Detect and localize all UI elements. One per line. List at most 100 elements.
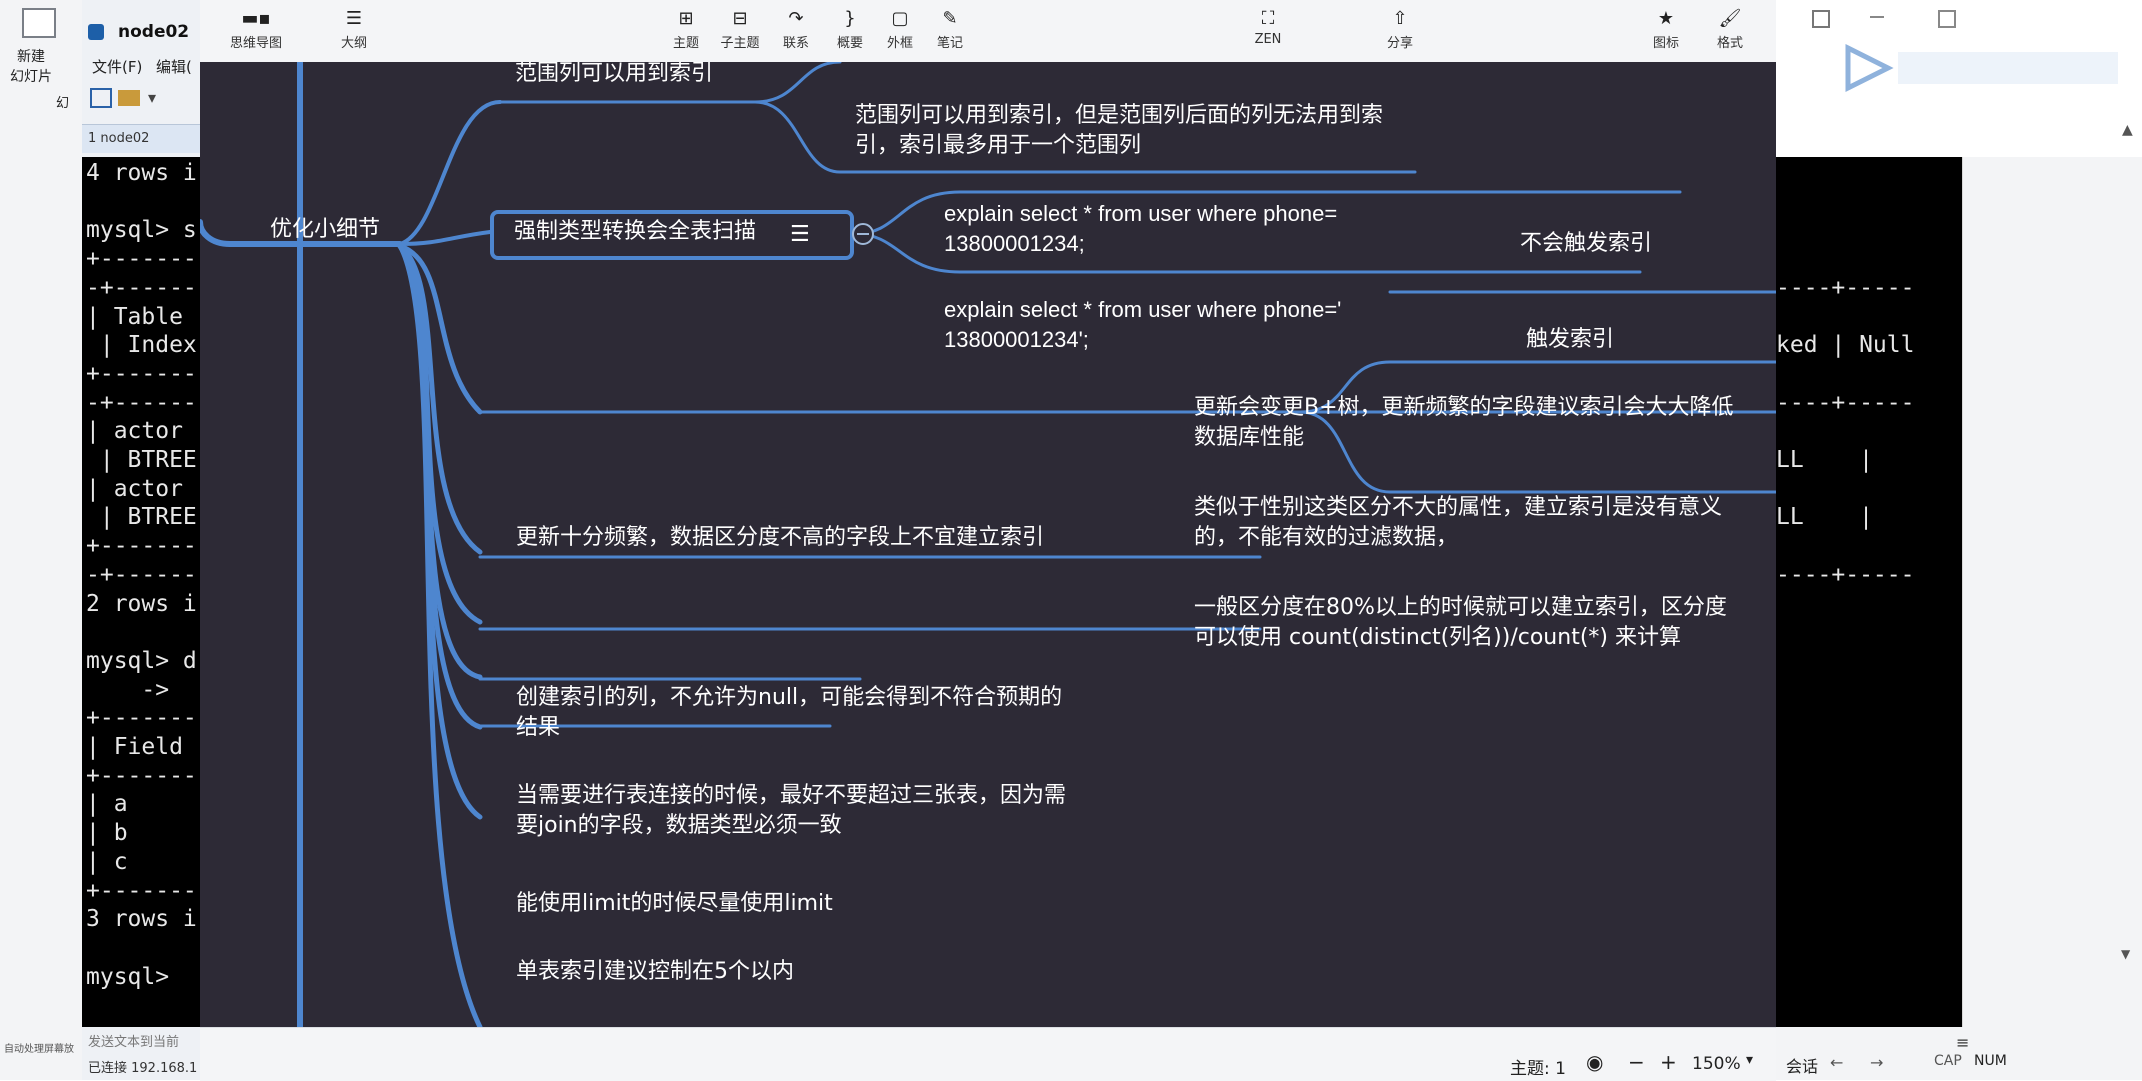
zoom-level[interactable]: 150%: [1692, 1054, 1741, 1074]
xshell-title: node02: [118, 22, 190, 42]
topic-icon: ⊞: [678, 8, 694, 29]
subtopic-label: 子主题: [720, 36, 760, 51]
zoom-dropdown-icon[interactable]: ▾: [1746, 1052, 1753, 1068]
session-tab[interactable]: 1 node02: [88, 131, 149, 146]
scroll-up-icon[interactable]: ▲: [2122, 122, 2133, 138]
slide-label: 幻: [56, 96, 70, 111]
subtopic-no-index-tag[interactable]: 不会触发索引: [1520, 228, 1652, 259]
maximize-icon[interactable]: [1938, 10, 1956, 28]
topic-join-line1[interactable]: 当需要进行表连接的时候，最好不要超过三张表，因为需: [516, 780, 1066, 811]
caps-indicator: CAP: [1934, 1053, 1962, 1069]
note-lines-icon[interactable]: ☰: [790, 222, 810, 247]
scroll-down-icon[interactable]: ▼: [2121, 947, 2130, 961]
powerpoint-ribbon: 新建 幻灯片 幻 自动处理屏幕放: [0, 0, 83, 1080]
eye-icon[interactable]: ◉: [1586, 1050, 1603, 1074]
right-scroll-strip: ▼: [1962, 157, 2142, 1080]
note-icon: ✎: [942, 8, 958, 29]
arrow-right-icon[interactable]: →: [1870, 1053, 1883, 1072]
root-topic[interactable]: 优化小细节: [270, 214, 380, 245]
format-label: 格式: [1716, 36, 1743, 51]
zen-icon: ⛶: [1261, 8, 1275, 29]
subtopic-icon: ⊟: [732, 8, 748, 29]
tab-mindmap-label: 思维导图: [229, 36, 282, 51]
mindmap-toolbar: ▬▪ 思维导图 ☰ 大纲 ⊞ 主题 ⊟ 子主题 ↷ 联系 } 概要 ▢ 外框 ✎ 笔记 ⛶ ZEN…: [200, 0, 1776, 63]
relation-icon: ↷: [788, 8, 804, 29]
menu-icon[interactable]: ≡: [1956, 1033, 1969, 1052]
share-label: 分享: [1386, 36, 1413, 51]
session-label: 会话: [1786, 1057, 1819, 1076]
right-status-bar: 会话 ← → CAP NUM ≡: [1776, 1027, 2142, 1080]
tab-outline[interactable]: ☰ 大纲: [324, 6, 384, 51]
menu-edit[interactable]: 编辑(: [156, 56, 192, 77]
topic-index-count[interactable]: 单表索引建议控制在5个以内: [516, 956, 794, 987]
mindmap-icon: ▬▪: [241, 8, 271, 29]
subtopic-gender-line2[interactable]: 的，不能有效的过滤数据，: [1194, 522, 1458, 553]
new-slide-icon: [22, 8, 56, 38]
subtopic-btree-line1[interactable]: 更新会变更B+树，更新频繁的字段建议索引会大大降低: [1194, 392, 1734, 423]
topic-type-conversion[interactable]: 强制类型转换会全表扫描: [514, 216, 756, 247]
watermark-logo: [1834, 38, 2134, 98]
connection-status: 已连接 192.168.1: [88, 1061, 198, 1076]
icon-panel-button[interactable]: ★ 图标: [1636, 6, 1696, 51]
num-indicator: NUM: [1974, 1053, 2007, 1069]
new-slide-label: 新建: [17, 49, 45, 65]
terminal-right-output: ----+----- ked | Null ----+----- LL | LL…: [1776, 274, 1915, 588]
subtopic-explain-2-line2[interactable]: 13800001234';: [944, 324, 1089, 355]
relation-button[interactable]: ↷ 联系: [766, 6, 826, 51]
topic-button[interactable]: ⊞ 主题: [656, 6, 716, 51]
topic-limit[interactable]: 能使用limit的时候尽量使用limit: [516, 888, 833, 919]
new-session-icon[interactable]: [90, 88, 112, 108]
icon-panel-label: 图标: [1652, 36, 1679, 51]
brush-icon: 🖌: [1718, 8, 1742, 29]
star-icon: ★: [1657, 8, 1675, 29]
window-restore-icon[interactable]: [1812, 10, 1830, 28]
xshell-logo-icon: [88, 24, 104, 40]
new-slide-button[interactable]: 新建 幻灯片: [10, 46, 52, 86]
open-folder-icon[interactable]: [118, 90, 140, 106]
format-button[interactable]: 🖌 格式: [1700, 6, 1760, 51]
subtopic-button[interactable]: ⊟ 子主题: [710, 6, 770, 51]
summary-label: 概要: [836, 36, 863, 51]
boundary-label: 外框: [886, 36, 913, 51]
share-icon: ⇧: [1392, 8, 1408, 29]
tab-mindmap[interactable]: ▬▪ 思维导图: [226, 6, 286, 51]
zoom-out-icon[interactable]: −: [1628, 1050, 1645, 1074]
subtopic-btree-line2[interactable]: 数据库性能: [1194, 422, 1304, 453]
mindmap-canvas[interactable]: 优化小细节 范围列可以用到索引 范围列可以用到索引，但是范围列后面的列无法用到索…: [200, 62, 1776, 1027]
topic-join-line2[interactable]: 要join的字段，数据类型必须一致: [516, 810, 842, 841]
topic-frequent-update[interactable]: 更新十分频繁，数据区分度不高的字段上不宜建立索引: [516, 522, 1044, 553]
note-button[interactable]: ✎ 笔记: [920, 6, 980, 51]
mindmap-status-bar: 主题: 1 ◉ − + 150% ▾: [200, 1027, 1776, 1081]
subtopic-gender-line1[interactable]: 类似于性别这类区分不大的属性，建立索引是没有意义: [1194, 492, 1722, 523]
subtopic-index-tag[interactable]: 触发索引: [1526, 324, 1614, 355]
right-window-header: ▲: [1776, 0, 2142, 157]
new-slide-label-2: 幻灯片: [10, 69, 52, 85]
topic-not-null-line2[interactable]: 结果: [516, 712, 560, 743]
share-button[interactable]: ⇧ 分享: [1370, 6, 1430, 51]
minimize-icon[interactable]: [1870, 16, 1884, 18]
chevron-down-icon[interactable]: ▾: [148, 88, 156, 107]
zen-button[interactable]: ⛶ ZEN: [1238, 6, 1298, 47]
outline-icon: ☰: [345, 8, 363, 29]
topic-not-null-line1[interactable]: 创建索引的列，不允许为null，可能会得到不符合预期的: [516, 682, 1062, 713]
menu-file[interactable]: 文件(F): [92, 56, 142, 77]
ppt-status-text: 自动处理屏幕放: [4, 1044, 74, 1055]
xshell-footer: 发送文本到当前 已连接 192.168.1: [82, 1027, 200, 1080]
topic-label: 主题: [672, 36, 699, 51]
subtopic-selectivity-line2[interactable]: 可以使用 count(distinct(列名))/count(*) 来计算: [1194, 622, 1681, 653]
subtopic-selectivity-line1[interactable]: 一般区分度在80%以上的时候就可以建立索引，区分度: [1194, 592, 1727, 623]
subtopic-explain-1-line2[interactable]: 13800001234;: [944, 228, 1085, 259]
topic-range-column[interactable]: 范围列可以用到索引: [515, 62, 713, 89]
subtopic-explain-1-line1[interactable]: explain select * from user where phone=: [944, 198, 1337, 229]
terminal-right[interactable]: ----+----- ked | Null ----+----- LL | LL…: [1776, 157, 1962, 1027]
send-text-label[interactable]: 发送文本到当前: [88, 1031, 179, 1050]
terminal-left[interactable]: 4 rows i mysql> s +------- -+------ | Ta…: [82, 157, 200, 1027]
subtopic-range-note-line1[interactable]: 范围列可以用到索引，但是范围列后面的列无法用到索: [855, 100, 1383, 131]
note-label: 笔记: [936, 36, 963, 51]
arrow-left-icon[interactable]: ←: [1830, 1053, 1843, 1072]
zen-label: ZEN: [1254, 32, 1282, 47]
subtopic-explain-2-line1[interactable]: explain select * from user where phone=': [944, 294, 1341, 325]
topic-count: 主题: 1: [1510, 1059, 1566, 1079]
subtopic-range-note-line2[interactable]: 引，索引最多用于一个范围列: [855, 130, 1141, 161]
zoom-in-icon[interactable]: +: [1660, 1050, 1677, 1074]
